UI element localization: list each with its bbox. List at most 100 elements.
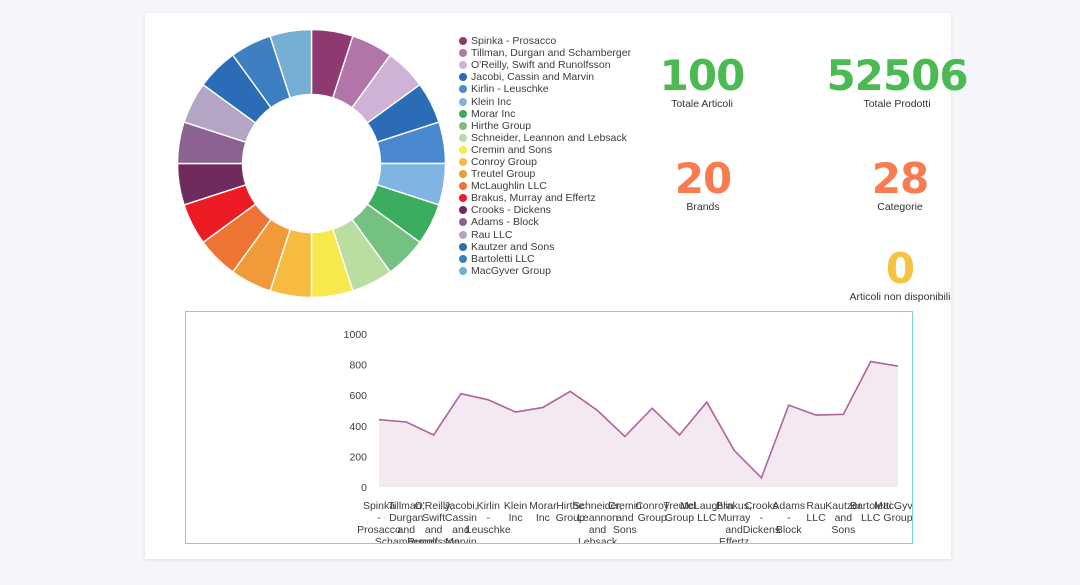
kpi-categorie-value: 28	[871, 154, 929, 203]
kpi-articoli-non-disponibili: 0 Articoli non disponibili	[790, 244, 1010, 304]
x-axis-tick-label: Swift	[422, 512, 445, 524]
x-axis-tick-label: Kirlin	[477, 500, 500, 512]
legend-color-dot-icon	[459, 37, 467, 46]
kpi-brands-value: 20	[674, 154, 732, 203]
products-area-chart-panel[interactable]: 0 200 400 600 800 1000 Spinka - Prosacco Tillman…	[185, 311, 913, 544]
x-axis-tick-label: -	[487, 512, 491, 524]
legend-color-dot-icon	[459, 266, 467, 275]
x-axis-tick-label: Sons	[831, 524, 855, 536]
legend-item[interactable]: O'Reilly, Swift and Runolfsson	[459, 59, 649, 71]
legend-item[interactable]: Tillman, Durgan and Schamberger	[459, 47, 649, 59]
legend-color-dot-icon	[459, 109, 467, 118]
x-axis-tick-label: Lebsack	[578, 536, 618, 543]
legend-item[interactable]: Cremin and Sons	[459, 144, 649, 156]
legend-item[interactable]: Treutel Group	[459, 168, 649, 180]
x-axis-tick-label: Inc	[509, 512, 523, 524]
legend-item[interactable]: Hirthe Group	[459, 120, 649, 132]
legend-item-label: Schneider, Leannon and Lebsack	[471, 131, 627, 144]
y-axis-tick-label: 800	[349, 360, 367, 372]
x-axis-tick-label: and	[835, 512, 853, 524]
legend-color-dot-icon	[459, 218, 467, 227]
legend-color-dot-icon	[459, 230, 467, 239]
kpi-articoli-non-disponibili-value: 0	[885, 244, 915, 293]
legend-item[interactable]: Spinka - Prosacco	[459, 35, 649, 47]
x-axis-tick-label: Murray	[718, 512, 751, 524]
x-axis-tick-label: and	[425, 524, 443, 536]
kpi-categorie-label: Categorie	[877, 201, 923, 213]
dashboard-card: Spinka - Prosacco Tillman, Durgan and Sch…	[145, 13, 969, 559]
brands-donut-chart[interactable]	[169, 21, 454, 306]
legend-item-label: O'Reilly, Swift and Runolfsson	[471, 59, 611, 72]
legend-item-label: MacGyver Group	[471, 264, 551, 277]
legend-item[interactable]: Rau LLC	[459, 229, 649, 241]
legend-item[interactable]: Brakus, Murray and Effertz	[459, 192, 649, 204]
x-axis-tick-label: and	[589, 524, 607, 536]
x-axis-tick-label: Leannon	[577, 512, 618, 524]
kpi-totale-articoli-value: 100	[659, 51, 746, 100]
legend-color-dot-icon	[459, 85, 467, 94]
legend-item[interactable]: Jacobi, Cassin and Marvin	[459, 71, 649, 83]
kpi-brands: 20 Brands	[653, 154, 753, 214]
legend-item[interactable]: Adams - Block	[459, 216, 649, 228]
donut-legend: Spinka - Prosacco Tillman, Durgan and Sch…	[459, 35, 649, 277]
legend-item[interactable]: Klein Inc	[459, 95, 649, 108]
x-axis-tick-label: Rau	[806, 500, 825, 512]
legend-item-label: Bartoletti LLC	[471, 252, 535, 265]
kpi-totale-articoli: 100 Totale Articoli	[642, 51, 762, 111]
area-fill	[379, 361, 898, 487]
x-axis: Spinka-ProsaccoTillman,DurganandSchamber…	[357, 500, 912, 543]
legend-color-dot-icon	[459, 145, 467, 154]
area-chart-svg: 0 200 400 600 800 1000 Spinka-ProsaccoTillman…	[344, 329, 912, 543]
legend-item[interactable]: Schneider, Leannon and Lebsack	[459, 132, 649, 144]
x-axis-tick-label: LLC	[861, 512, 881, 524]
kpi-totale-prodotti: 52506 Totale Prodotti	[817, 55, 977, 111]
legend-color-dot-icon	[459, 97, 467, 106]
x-axis-tick-label: Group	[665, 512, 694, 524]
x-axis-tick-label: Durgan	[389, 512, 424, 524]
legend-item-label: Adams - Block	[471, 216, 539, 229]
legend-color-dot-icon	[459, 182, 467, 191]
legend-item[interactable]: Bartoletti LLC	[459, 253, 649, 265]
x-axis-tick-label: Jacobi,	[444, 500, 477, 512]
legend-color-dot-icon	[459, 61, 467, 70]
legend-item-label: Klein Inc	[471, 95, 512, 108]
kpi-categorie: 28 Categorie	[845, 154, 955, 214]
x-axis-tick-label: Prosacco	[357, 524, 401, 536]
legend-item[interactable]: Crooks - Dickens	[459, 204, 649, 216]
x-axis-tick-label: Klein	[504, 500, 528, 512]
legend-item-label: Kautzer and Sons	[471, 240, 555, 253]
x-axis-tick-label: and	[398, 524, 416, 536]
x-axis-tick-label: LLC	[697, 512, 717, 524]
x-axis-tick-label: Adams	[772, 500, 805, 512]
legend-color-dot-icon	[459, 242, 467, 251]
x-axis-tick-label: -	[787, 512, 791, 524]
legend-color-dot-icon	[459, 133, 467, 142]
legend-item[interactable]: Kirlin - Leuschke	[459, 83, 649, 95]
legend-item[interactable]: Conroy Group	[459, 156, 649, 168]
y-axis-tick-label: 400	[349, 421, 367, 433]
legend-color-dot-icon	[459, 73, 467, 82]
legend-color-dot-icon	[459, 206, 467, 215]
x-axis-tick-label: LLC	[806, 512, 826, 524]
legend-item-label: Spinka - Prosacco	[471, 35, 557, 48]
legend-item[interactable]: Kautzer and Sons	[459, 241, 649, 253]
y-axis-tick-label: 0	[361, 482, 367, 494]
kpi-brands-label: Brands	[686, 201, 720, 213]
x-axis-tick-label: Cassin	[445, 512, 477, 524]
x-axis-tick-label: Morar	[529, 500, 557, 512]
legend-item-label: Kirlin - Leuschke	[471, 83, 549, 96]
legend-item-label: Tillman, Durgan and Schamberger	[471, 47, 632, 60]
legend-item-label: Jacobi, Cassin and Marvin	[471, 71, 595, 84]
x-axis-tick-label: Leuschke	[466, 524, 511, 536]
x-axis-tick-label: and	[725, 524, 743, 536]
legend-item[interactable]: MacGyver Group	[459, 265, 649, 277]
legend-color-dot-icon	[459, 49, 467, 58]
legend-color-dot-icon	[459, 194, 467, 203]
x-axis-tick-label: Inc	[536, 512, 550, 524]
x-axis-tick-label: Group	[638, 512, 667, 524]
legend-item[interactable]: McLaughlin LLC	[459, 180, 649, 192]
legend-color-dot-icon	[459, 254, 467, 263]
legend-item[interactable]: Morar Inc	[459, 108, 649, 120]
x-axis-tick-label: Effertz	[719, 536, 749, 543]
legend-item-label: Morar Inc	[471, 107, 516, 120]
